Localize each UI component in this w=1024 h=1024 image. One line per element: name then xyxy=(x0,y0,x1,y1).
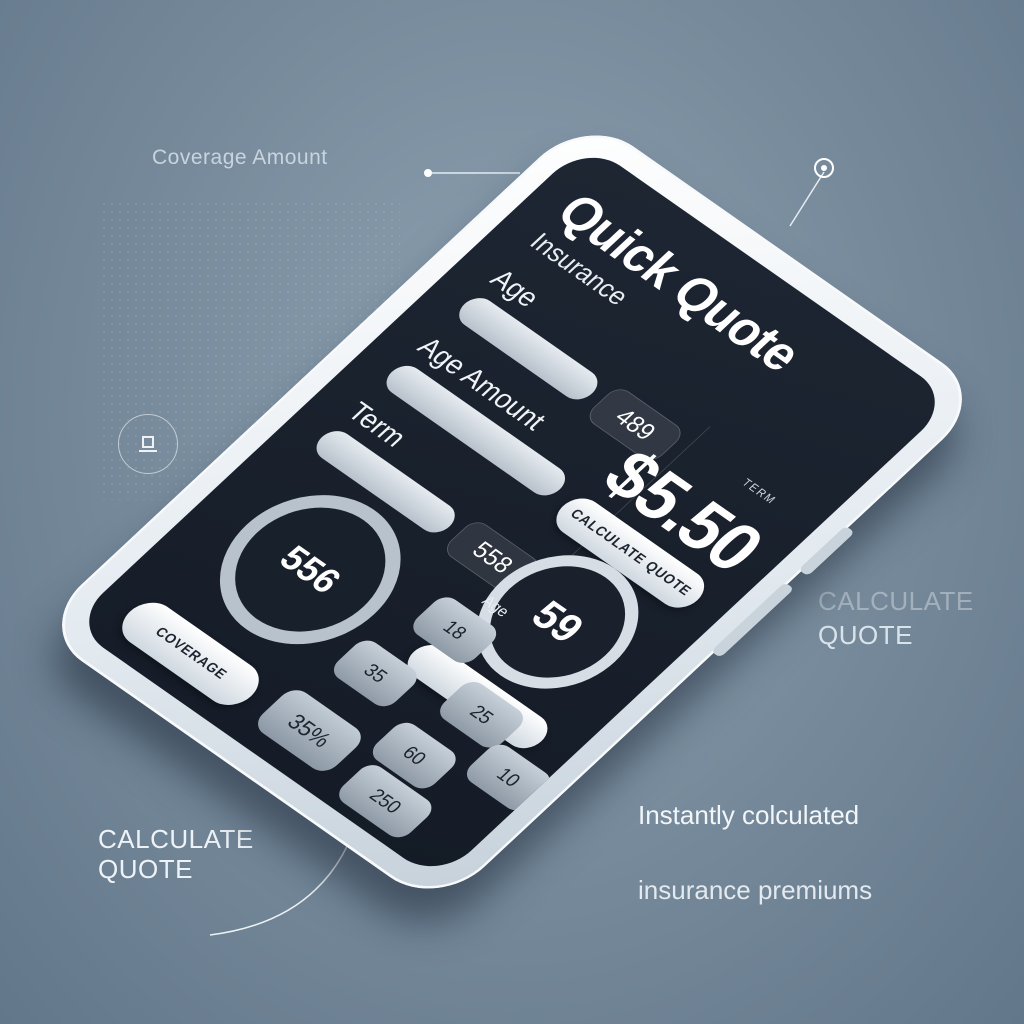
tagline-line-1: Instantly colculated xyxy=(638,800,860,830)
calculate-quote-callout-right: CALCULATE QUOTE xyxy=(818,584,974,652)
gavel-icon xyxy=(118,414,178,474)
term-caption: TERM xyxy=(739,476,780,507)
tagline: Instantly colculated insurance premiums xyxy=(638,800,978,906)
calculate-word: CALCULATE xyxy=(818,586,974,616)
coverage-amount-callout: Coverage Amount xyxy=(152,146,328,169)
keypad-key[interactable]: 35 xyxy=(327,635,424,712)
calculate-quote-callout-left: CALCULATE QUOTE xyxy=(98,824,254,884)
quote-word: QUOTE xyxy=(818,620,913,650)
percent-tag: 35% xyxy=(250,684,368,777)
tagline-line-2: insurance premiums xyxy=(638,875,873,905)
